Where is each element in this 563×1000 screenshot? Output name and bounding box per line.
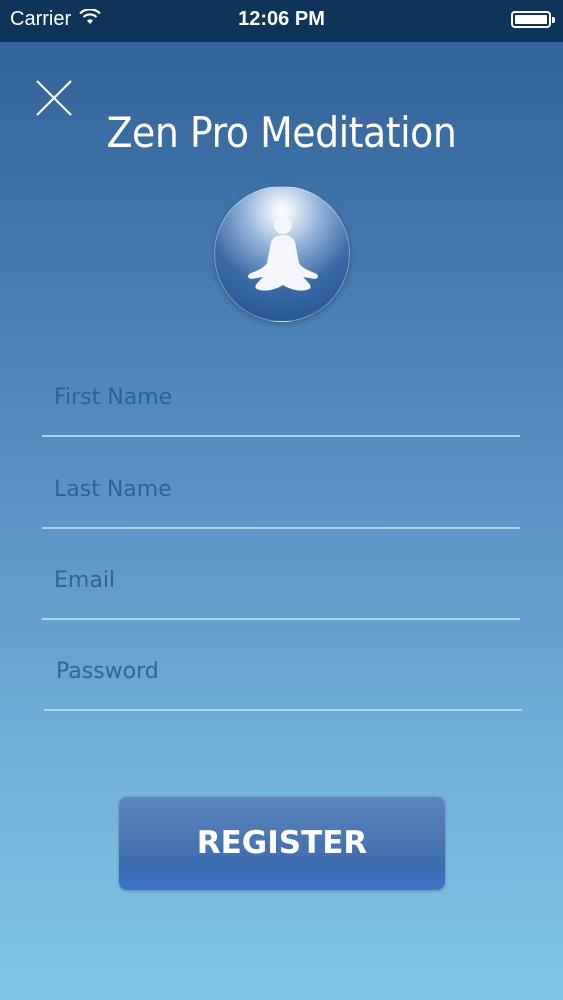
last-name-input[interactable] (54, 469, 494, 509)
password-underline (44, 709, 522, 711)
status-time: 12:06 PM (238, 8, 325, 30)
last-name-field (42, 437, 520, 529)
password-input[interactable] (56, 651, 496, 691)
first-name-field (42, 345, 520, 437)
app-logo (214, 186, 350, 322)
meditation-figure-icon (248, 216, 318, 291)
email-input[interactable] (54, 560, 494, 600)
battery-icon (511, 11, 555, 28)
battery-level (515, 15, 547, 24)
email-field (42, 528, 520, 620)
app-title: Zen Pro Meditation (106, 108, 457, 157)
password-field (44, 619, 522, 711)
register-button[interactable]: REGISTER (119, 796, 445, 890)
status-bar: Carrier 12:06 PM (0, 0, 563, 42)
first-name-input[interactable] (54, 377, 494, 417)
